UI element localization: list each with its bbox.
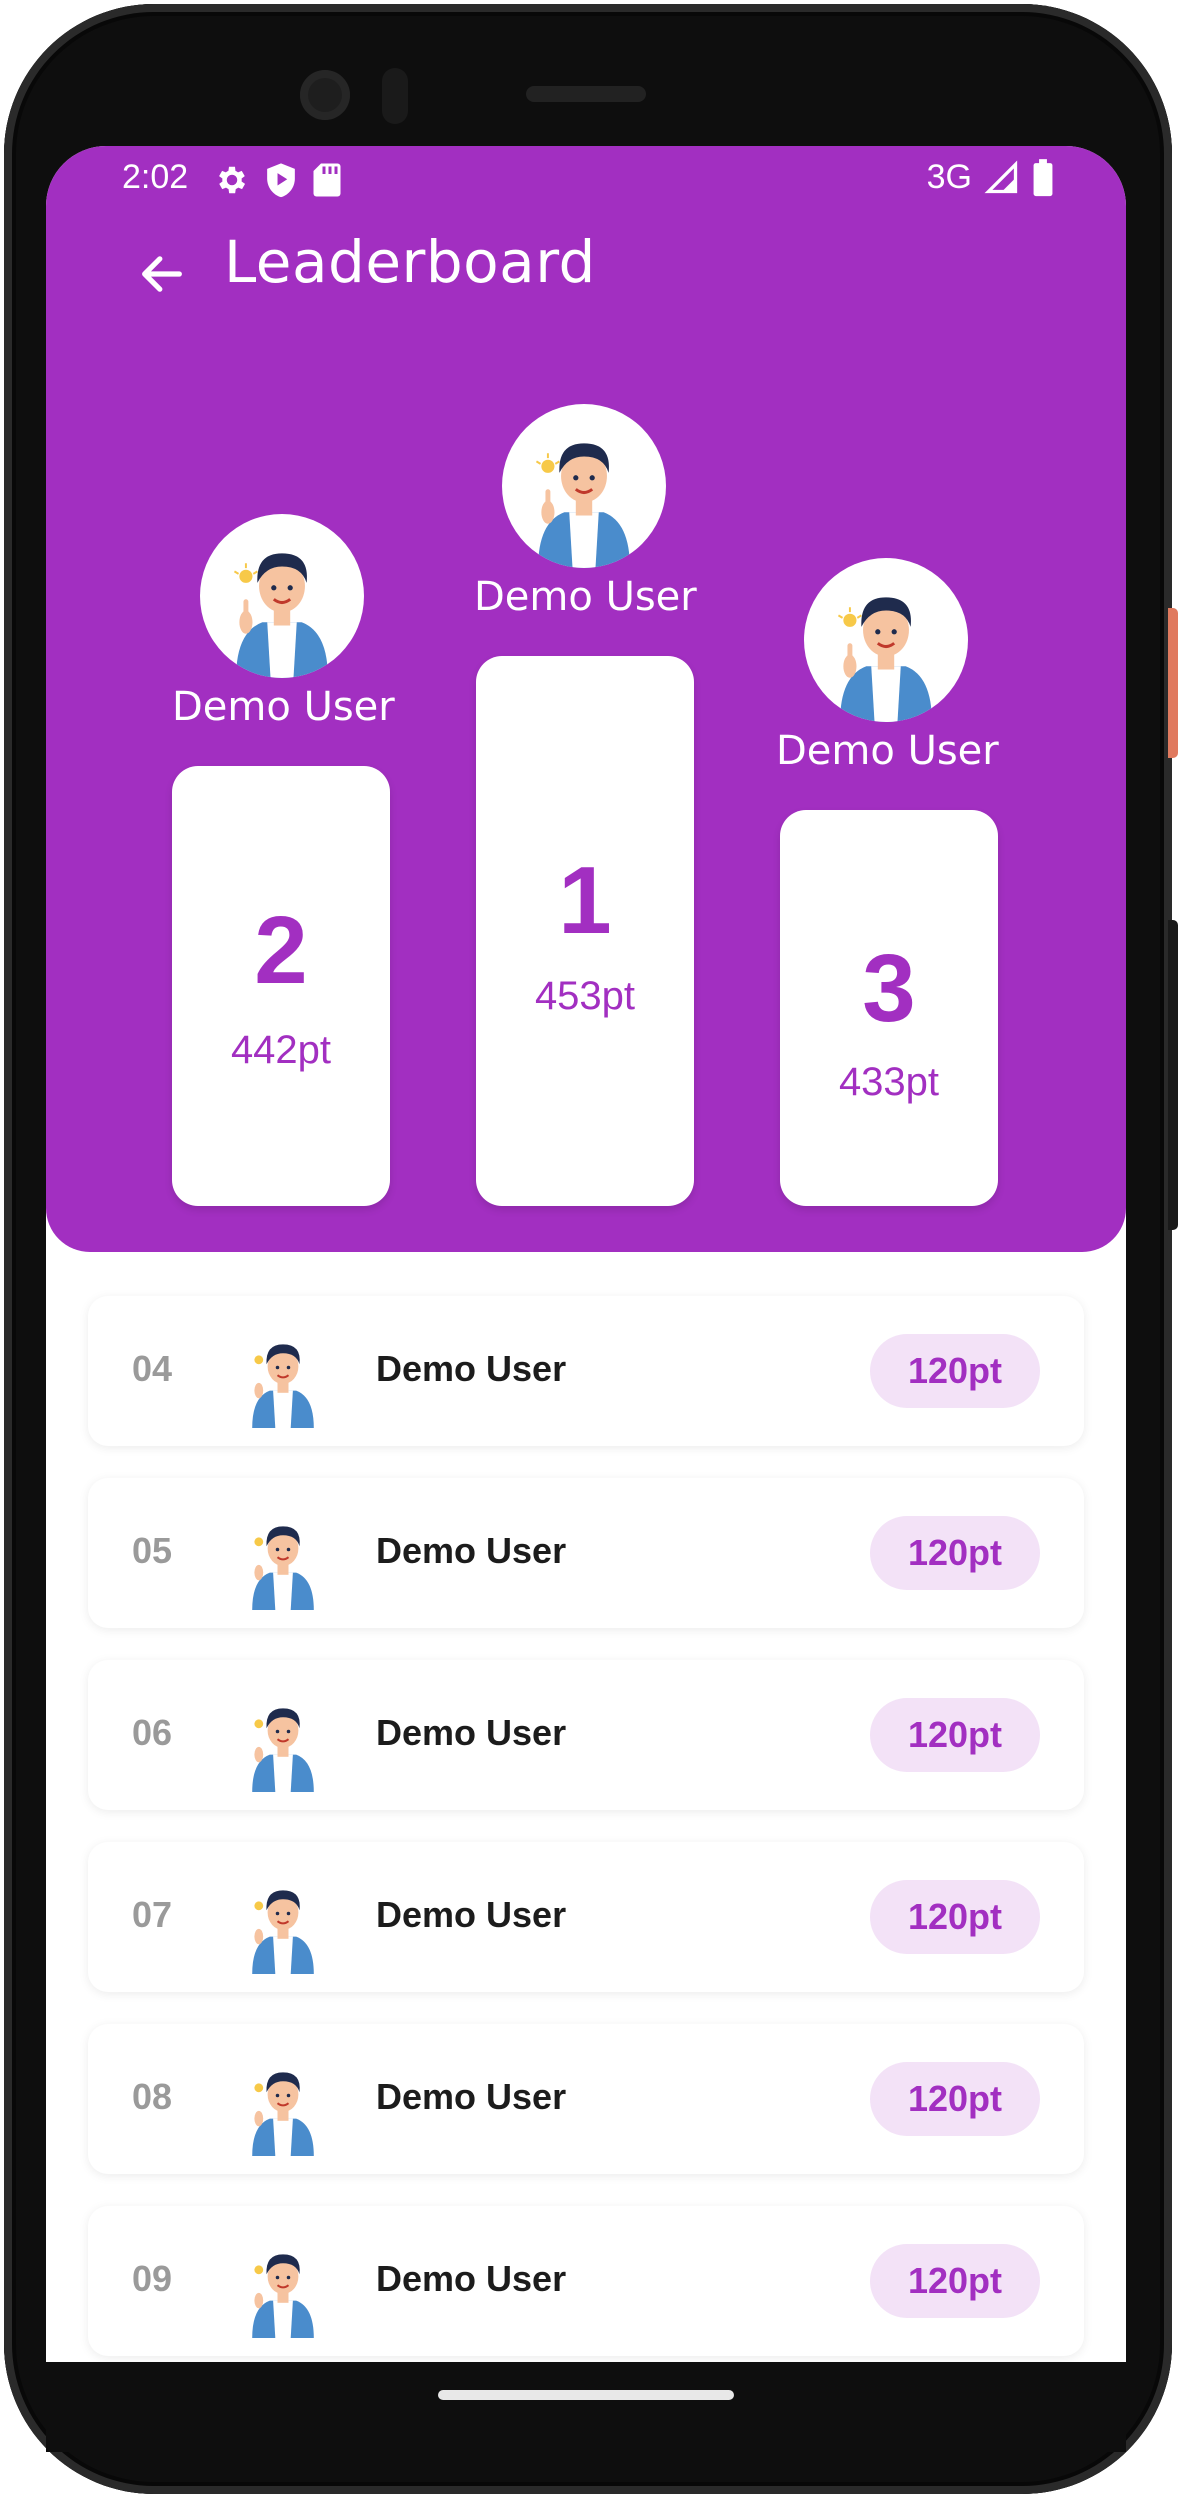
status-right: 3G: [927, 158, 1054, 197]
podium-rank: 3: [862, 935, 916, 1042]
user-avatar-illustration: [252, 2254, 314, 2338]
sd-card-icon: [313, 163, 341, 197]
points-badge: 120pt: [870, 2062, 1040, 2136]
row-name: Demo User: [376, 1894, 567, 1935]
battery-icon: [1033, 158, 1053, 196]
user-avatar-illustration: [233, 553, 328, 678]
avatar: [502, 404, 666, 568]
row-name: Demo User: [376, 1348, 567, 1389]
podium-name: Demo User: [776, 728, 999, 774]
user-avatar-illustration: [252, 1526, 314, 1610]
power-button: [1168, 608, 1178, 758]
podium-name: Demo User: [172, 684, 395, 730]
shield-play-icon: [267, 163, 295, 198]
list-item[interactable]: 05 Demo User 120pt: [88, 1478, 1084, 1628]
list-item[interactable]: 04 Demo User 120pt: [88, 1296, 1084, 1446]
network-type: 3G: [926, 158, 972, 196]
arrow-left-icon: [142, 256, 182, 292]
earpiece-speaker: [526, 86, 646, 102]
points-badge: 120pt: [870, 1516, 1040, 1590]
podium-box-first: 1 453pt: [476, 656, 694, 1206]
podium-box-third: 3 433pt: [780, 810, 998, 1206]
front-camera: [300, 70, 350, 120]
points-badge: 120pt: [870, 1880, 1040, 1954]
row-rank: 05: [132, 1530, 173, 1571]
podium-rank: 1: [558, 847, 612, 954]
podium-rank: 2: [254, 897, 308, 1004]
screen: 2:02 3G Leaderboard Demo User 2 442pt De…: [46, 146, 1126, 2362]
user-avatar-illustration: [252, 1890, 314, 1974]
status-bar: 2:02 3G: [46, 146, 1126, 210]
list-item[interactable]: 09 Demo User 120pt: [88, 2206, 1084, 2356]
sensor: [382, 68, 408, 124]
row-name: Demo User: [376, 2076, 567, 2117]
podium-third[interactable]: Demo User: [776, 558, 999, 774]
user-avatar-illustration: [252, 1344, 314, 1428]
podium-points: 442pt: [230, 1028, 332, 1072]
status-icons-left: [214, 160, 342, 200]
list-item[interactable]: 06 Demo User 120pt: [88, 1660, 1084, 1810]
row-name: Demo User: [376, 1712, 567, 1753]
row-name: Demo User: [376, 1530, 567, 1571]
podium-second[interactable]: Demo User: [172, 514, 395, 730]
podium-points: 433pt: [838, 1060, 940, 1104]
navigation-bar: [46, 2362, 1126, 2452]
row-name: Demo User: [376, 2258, 567, 2299]
user-avatar-illustration: [252, 2072, 314, 2156]
podium-points: 453pt: [534, 974, 636, 1018]
row-rank: 06: [132, 1712, 173, 1753]
signal-icon: [984, 160, 1018, 193]
podium-first[interactable]: Demo User: [474, 404, 697, 620]
gear-icon: [219, 166, 246, 194]
row-rank: 04: [132, 1348, 173, 1389]
podium-box-second: 2 442pt: [172, 766, 390, 1206]
home-indicator[interactable]: [438, 2390, 734, 2400]
podium-name: Demo User: [474, 574, 697, 620]
leaderboard-list: 04 Demo User 120pt 05 Demo User 120pt 06…: [88, 1296, 1084, 2362]
points-badge: 120pt: [870, 1334, 1040, 1408]
points-badge: 120pt: [870, 2244, 1040, 2318]
avatar: [200, 514, 364, 678]
volume-button: [1168, 920, 1178, 1230]
device-frame: 2:02 3G Leaderboard Demo User 2 442pt De…: [0, 0, 1178, 2498]
user-avatar-illustration: [535, 443, 630, 568]
app-bar: Leaderboard: [46, 210, 1126, 340]
page-title: Leaderboard: [224, 228, 596, 296]
status-time: 2:02: [122, 158, 189, 196]
list-item[interactable]: 08 Demo User 120pt: [88, 2024, 1084, 2174]
row-rank: 08: [132, 2076, 173, 2117]
avatar: [804, 558, 968, 722]
row-rank: 07: [132, 1894, 173, 1935]
points-badge: 120pt: [870, 1698, 1040, 1772]
user-avatar-illustration: [837, 597, 932, 722]
leaderboard-header: 2:02 3G Leaderboard Demo User 2 442pt De…: [46, 146, 1126, 1252]
user-avatar-illustration: [252, 1708, 314, 1792]
list-item[interactable]: 07 Demo User 120pt: [88, 1842, 1084, 1992]
row-rank: 09: [132, 2258, 173, 2299]
back-button[interactable]: [122, 234, 202, 314]
